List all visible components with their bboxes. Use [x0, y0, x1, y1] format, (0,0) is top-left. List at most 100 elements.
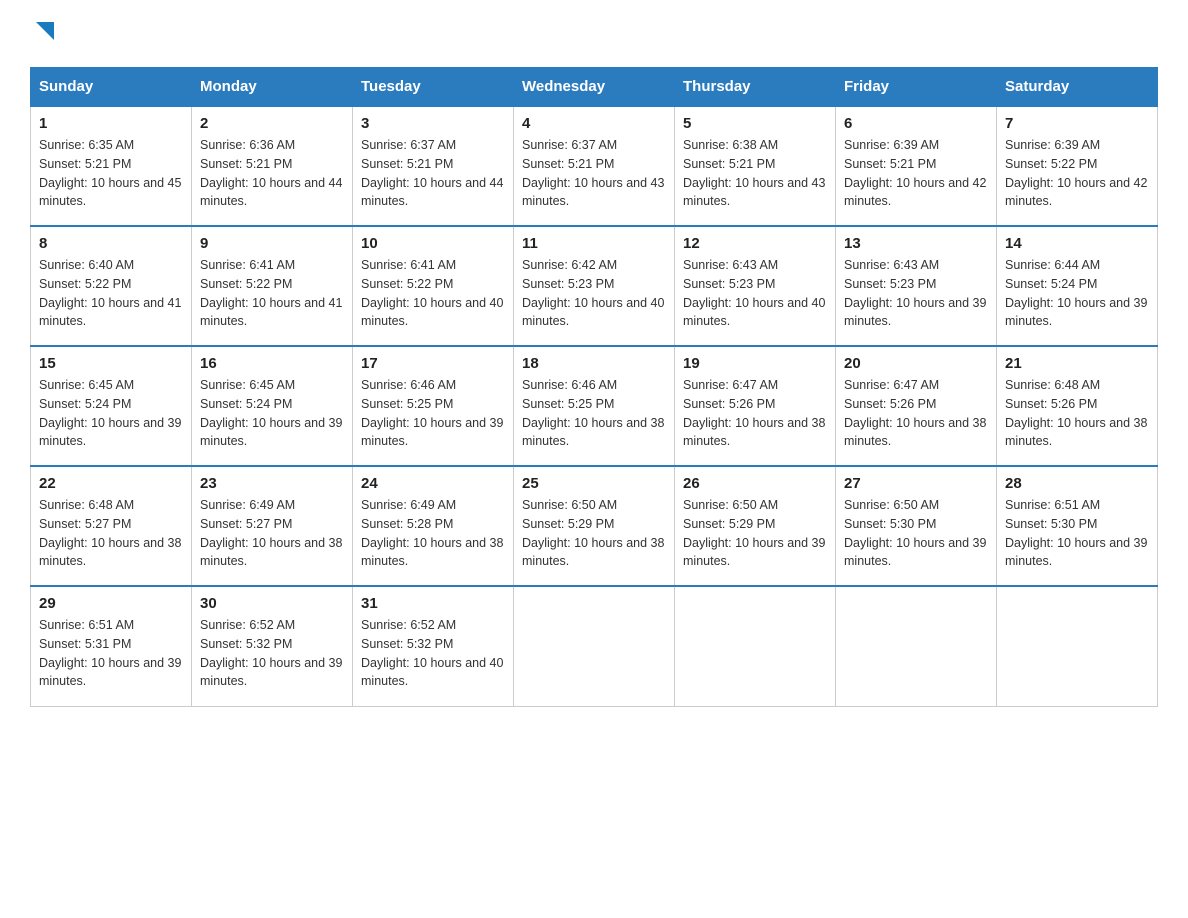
day-info: Sunrise: 6:51 AM Sunset: 5:30 PM Dayligh… [1005, 496, 1149, 571]
day-info: Sunrise: 6:47 AM Sunset: 5:26 PM Dayligh… [844, 376, 988, 451]
day-info: Sunrise: 6:49 AM Sunset: 5:28 PM Dayligh… [361, 496, 505, 571]
day-info: Sunrise: 6:41 AM Sunset: 5:22 PM Dayligh… [200, 256, 344, 331]
calendar-cell [514, 586, 675, 706]
calendar-cell: 31 Sunrise: 6:52 AM Sunset: 5:32 PM Dayl… [353, 586, 514, 706]
day-number: 29 [39, 595, 183, 612]
day-info: Sunrise: 6:46 AM Sunset: 5:25 PM Dayligh… [361, 376, 505, 451]
calendar-cell: 21 Sunrise: 6:48 AM Sunset: 5:26 PM Dayl… [997, 346, 1158, 466]
day-info: Sunrise: 6:50 AM Sunset: 5:29 PM Dayligh… [522, 496, 666, 571]
header-saturday: Saturday [997, 68, 1158, 107]
day-number: 26 [683, 475, 827, 492]
day-number: 27 [844, 475, 988, 492]
day-info: Sunrise: 6:48 AM Sunset: 5:27 PM Dayligh… [39, 496, 183, 571]
calendar-cell: 28 Sunrise: 6:51 AM Sunset: 5:30 PM Dayl… [997, 466, 1158, 586]
day-number: 17 [361, 355, 505, 372]
calendar-cell [675, 586, 836, 706]
calendar-cell: 25 Sunrise: 6:50 AM Sunset: 5:29 PM Dayl… [514, 466, 675, 586]
calendar-week-2: 8 Sunrise: 6:40 AM Sunset: 5:22 PM Dayli… [31, 226, 1158, 346]
calendar-week-1: 1 Sunrise: 6:35 AM Sunset: 5:21 PM Dayli… [31, 106, 1158, 226]
calendar-cell: 26 Sunrise: 6:50 AM Sunset: 5:29 PM Dayl… [675, 466, 836, 586]
day-number: 1 [39, 115, 183, 132]
day-info: Sunrise: 6:41 AM Sunset: 5:22 PM Dayligh… [361, 256, 505, 331]
calendar-cell: 11 Sunrise: 6:42 AM Sunset: 5:23 PM Dayl… [514, 226, 675, 346]
calendar-week-3: 15 Sunrise: 6:45 AM Sunset: 5:24 PM Dayl… [31, 346, 1158, 466]
calendar-cell: 13 Sunrise: 6:43 AM Sunset: 5:23 PM Dayl… [836, 226, 997, 346]
day-number: 19 [683, 355, 827, 372]
calendar-cell: 7 Sunrise: 6:39 AM Sunset: 5:22 PM Dayli… [997, 106, 1158, 226]
day-info: Sunrise: 6:36 AM Sunset: 5:21 PM Dayligh… [200, 136, 344, 211]
day-number: 23 [200, 475, 344, 492]
page-header [30, 20, 1158, 47]
day-number: 9 [200, 235, 344, 252]
logo [30, 20, 56, 47]
header-monday: Monday [192, 68, 353, 107]
header-sunday: Sunday [31, 68, 192, 107]
day-number: 25 [522, 475, 666, 492]
day-info: Sunrise: 6:51 AM Sunset: 5:31 PM Dayligh… [39, 616, 183, 691]
calendar-cell: 8 Sunrise: 6:40 AM Sunset: 5:22 PM Dayli… [31, 226, 192, 346]
day-number: 4 [522, 115, 666, 132]
day-number: 2 [200, 115, 344, 132]
calendar-cell: 10 Sunrise: 6:41 AM Sunset: 5:22 PM Dayl… [353, 226, 514, 346]
day-info: Sunrise: 6:43 AM Sunset: 5:23 PM Dayligh… [683, 256, 827, 331]
calendar-cell: 9 Sunrise: 6:41 AM Sunset: 5:22 PM Dayli… [192, 226, 353, 346]
header-wednesday: Wednesday [514, 68, 675, 107]
day-info: Sunrise: 6:43 AM Sunset: 5:23 PM Dayligh… [844, 256, 988, 331]
day-info: Sunrise: 6:37 AM Sunset: 5:21 PM Dayligh… [361, 136, 505, 211]
day-number: 12 [683, 235, 827, 252]
calendar-cell: 4 Sunrise: 6:37 AM Sunset: 5:21 PM Dayli… [514, 106, 675, 226]
day-number: 18 [522, 355, 666, 372]
day-info: Sunrise: 6:48 AM Sunset: 5:26 PM Dayligh… [1005, 376, 1149, 451]
day-number: 24 [361, 475, 505, 492]
day-info: Sunrise: 6:47 AM Sunset: 5:26 PM Dayligh… [683, 376, 827, 451]
day-number: 30 [200, 595, 344, 612]
calendar-cell: 30 Sunrise: 6:52 AM Sunset: 5:32 PM Dayl… [192, 586, 353, 706]
calendar-cell: 27 Sunrise: 6:50 AM Sunset: 5:30 PM Dayl… [836, 466, 997, 586]
day-number: 31 [361, 595, 505, 612]
day-info: Sunrise: 6:52 AM Sunset: 5:32 PM Dayligh… [361, 616, 505, 691]
day-info: Sunrise: 6:49 AM Sunset: 5:27 PM Dayligh… [200, 496, 344, 571]
calendar-week-5: 29 Sunrise: 6:51 AM Sunset: 5:31 PM Dayl… [31, 586, 1158, 706]
day-number: 6 [844, 115, 988, 132]
day-info: Sunrise: 6:50 AM Sunset: 5:29 PM Dayligh… [683, 496, 827, 571]
header-thursday: Thursday [675, 68, 836, 107]
day-number: 15 [39, 355, 183, 372]
calendar-cell: 1 Sunrise: 6:35 AM Sunset: 5:21 PM Dayli… [31, 106, 192, 226]
calendar-cell: 12 Sunrise: 6:43 AM Sunset: 5:23 PM Dayl… [675, 226, 836, 346]
day-info: Sunrise: 6:52 AM Sunset: 5:32 PM Dayligh… [200, 616, 344, 691]
day-info: Sunrise: 6:45 AM Sunset: 5:24 PM Dayligh… [200, 376, 344, 451]
day-number: 13 [844, 235, 988, 252]
day-number: 14 [1005, 235, 1149, 252]
calendar-cell: 29 Sunrise: 6:51 AM Sunset: 5:31 PM Dayl… [31, 586, 192, 706]
calendar-cell: 2 Sunrise: 6:36 AM Sunset: 5:21 PM Dayli… [192, 106, 353, 226]
calendar-table: SundayMondayTuesdayWednesdayThursdayFrid… [30, 67, 1158, 707]
day-number: 5 [683, 115, 827, 132]
day-info: Sunrise: 6:38 AM Sunset: 5:21 PM Dayligh… [683, 136, 827, 211]
day-info: Sunrise: 6:39 AM Sunset: 5:22 PM Dayligh… [1005, 136, 1149, 211]
calendar-cell: 5 Sunrise: 6:38 AM Sunset: 5:21 PM Dayli… [675, 106, 836, 226]
calendar-cell: 24 Sunrise: 6:49 AM Sunset: 5:28 PM Dayl… [353, 466, 514, 586]
day-number: 11 [522, 235, 666, 252]
calendar-cell: 20 Sunrise: 6:47 AM Sunset: 5:26 PM Dayl… [836, 346, 997, 466]
day-info: Sunrise: 6:42 AM Sunset: 5:23 PM Dayligh… [522, 256, 666, 331]
day-number: 20 [844, 355, 988, 372]
calendar-cell: 15 Sunrise: 6:45 AM Sunset: 5:24 PM Dayl… [31, 346, 192, 466]
day-info: Sunrise: 6:35 AM Sunset: 5:21 PM Dayligh… [39, 136, 183, 211]
day-number: 16 [200, 355, 344, 372]
day-number: 28 [1005, 475, 1149, 492]
calendar-cell: 19 Sunrise: 6:47 AM Sunset: 5:26 PM Dayl… [675, 346, 836, 466]
day-info: Sunrise: 6:50 AM Sunset: 5:30 PM Dayligh… [844, 496, 988, 571]
calendar-week-4: 22 Sunrise: 6:48 AM Sunset: 5:27 PM Dayl… [31, 466, 1158, 586]
calendar-cell: 6 Sunrise: 6:39 AM Sunset: 5:21 PM Dayli… [836, 106, 997, 226]
calendar-cell: 16 Sunrise: 6:45 AM Sunset: 5:24 PM Dayl… [192, 346, 353, 466]
calendar-cell: 23 Sunrise: 6:49 AM Sunset: 5:27 PM Dayl… [192, 466, 353, 586]
day-info: Sunrise: 6:44 AM Sunset: 5:24 PM Dayligh… [1005, 256, 1149, 331]
day-number: 10 [361, 235, 505, 252]
day-number: 7 [1005, 115, 1149, 132]
calendar-cell: 17 Sunrise: 6:46 AM Sunset: 5:25 PM Dayl… [353, 346, 514, 466]
calendar-cell: 22 Sunrise: 6:48 AM Sunset: 5:27 PM Dayl… [31, 466, 192, 586]
day-number: 8 [39, 235, 183, 252]
calendar-cell: 14 Sunrise: 6:44 AM Sunset: 5:24 PM Dayl… [997, 226, 1158, 346]
calendar-cell: 3 Sunrise: 6:37 AM Sunset: 5:21 PM Dayli… [353, 106, 514, 226]
calendar-header-row: SundayMondayTuesdayWednesdayThursdayFrid… [31, 68, 1158, 107]
